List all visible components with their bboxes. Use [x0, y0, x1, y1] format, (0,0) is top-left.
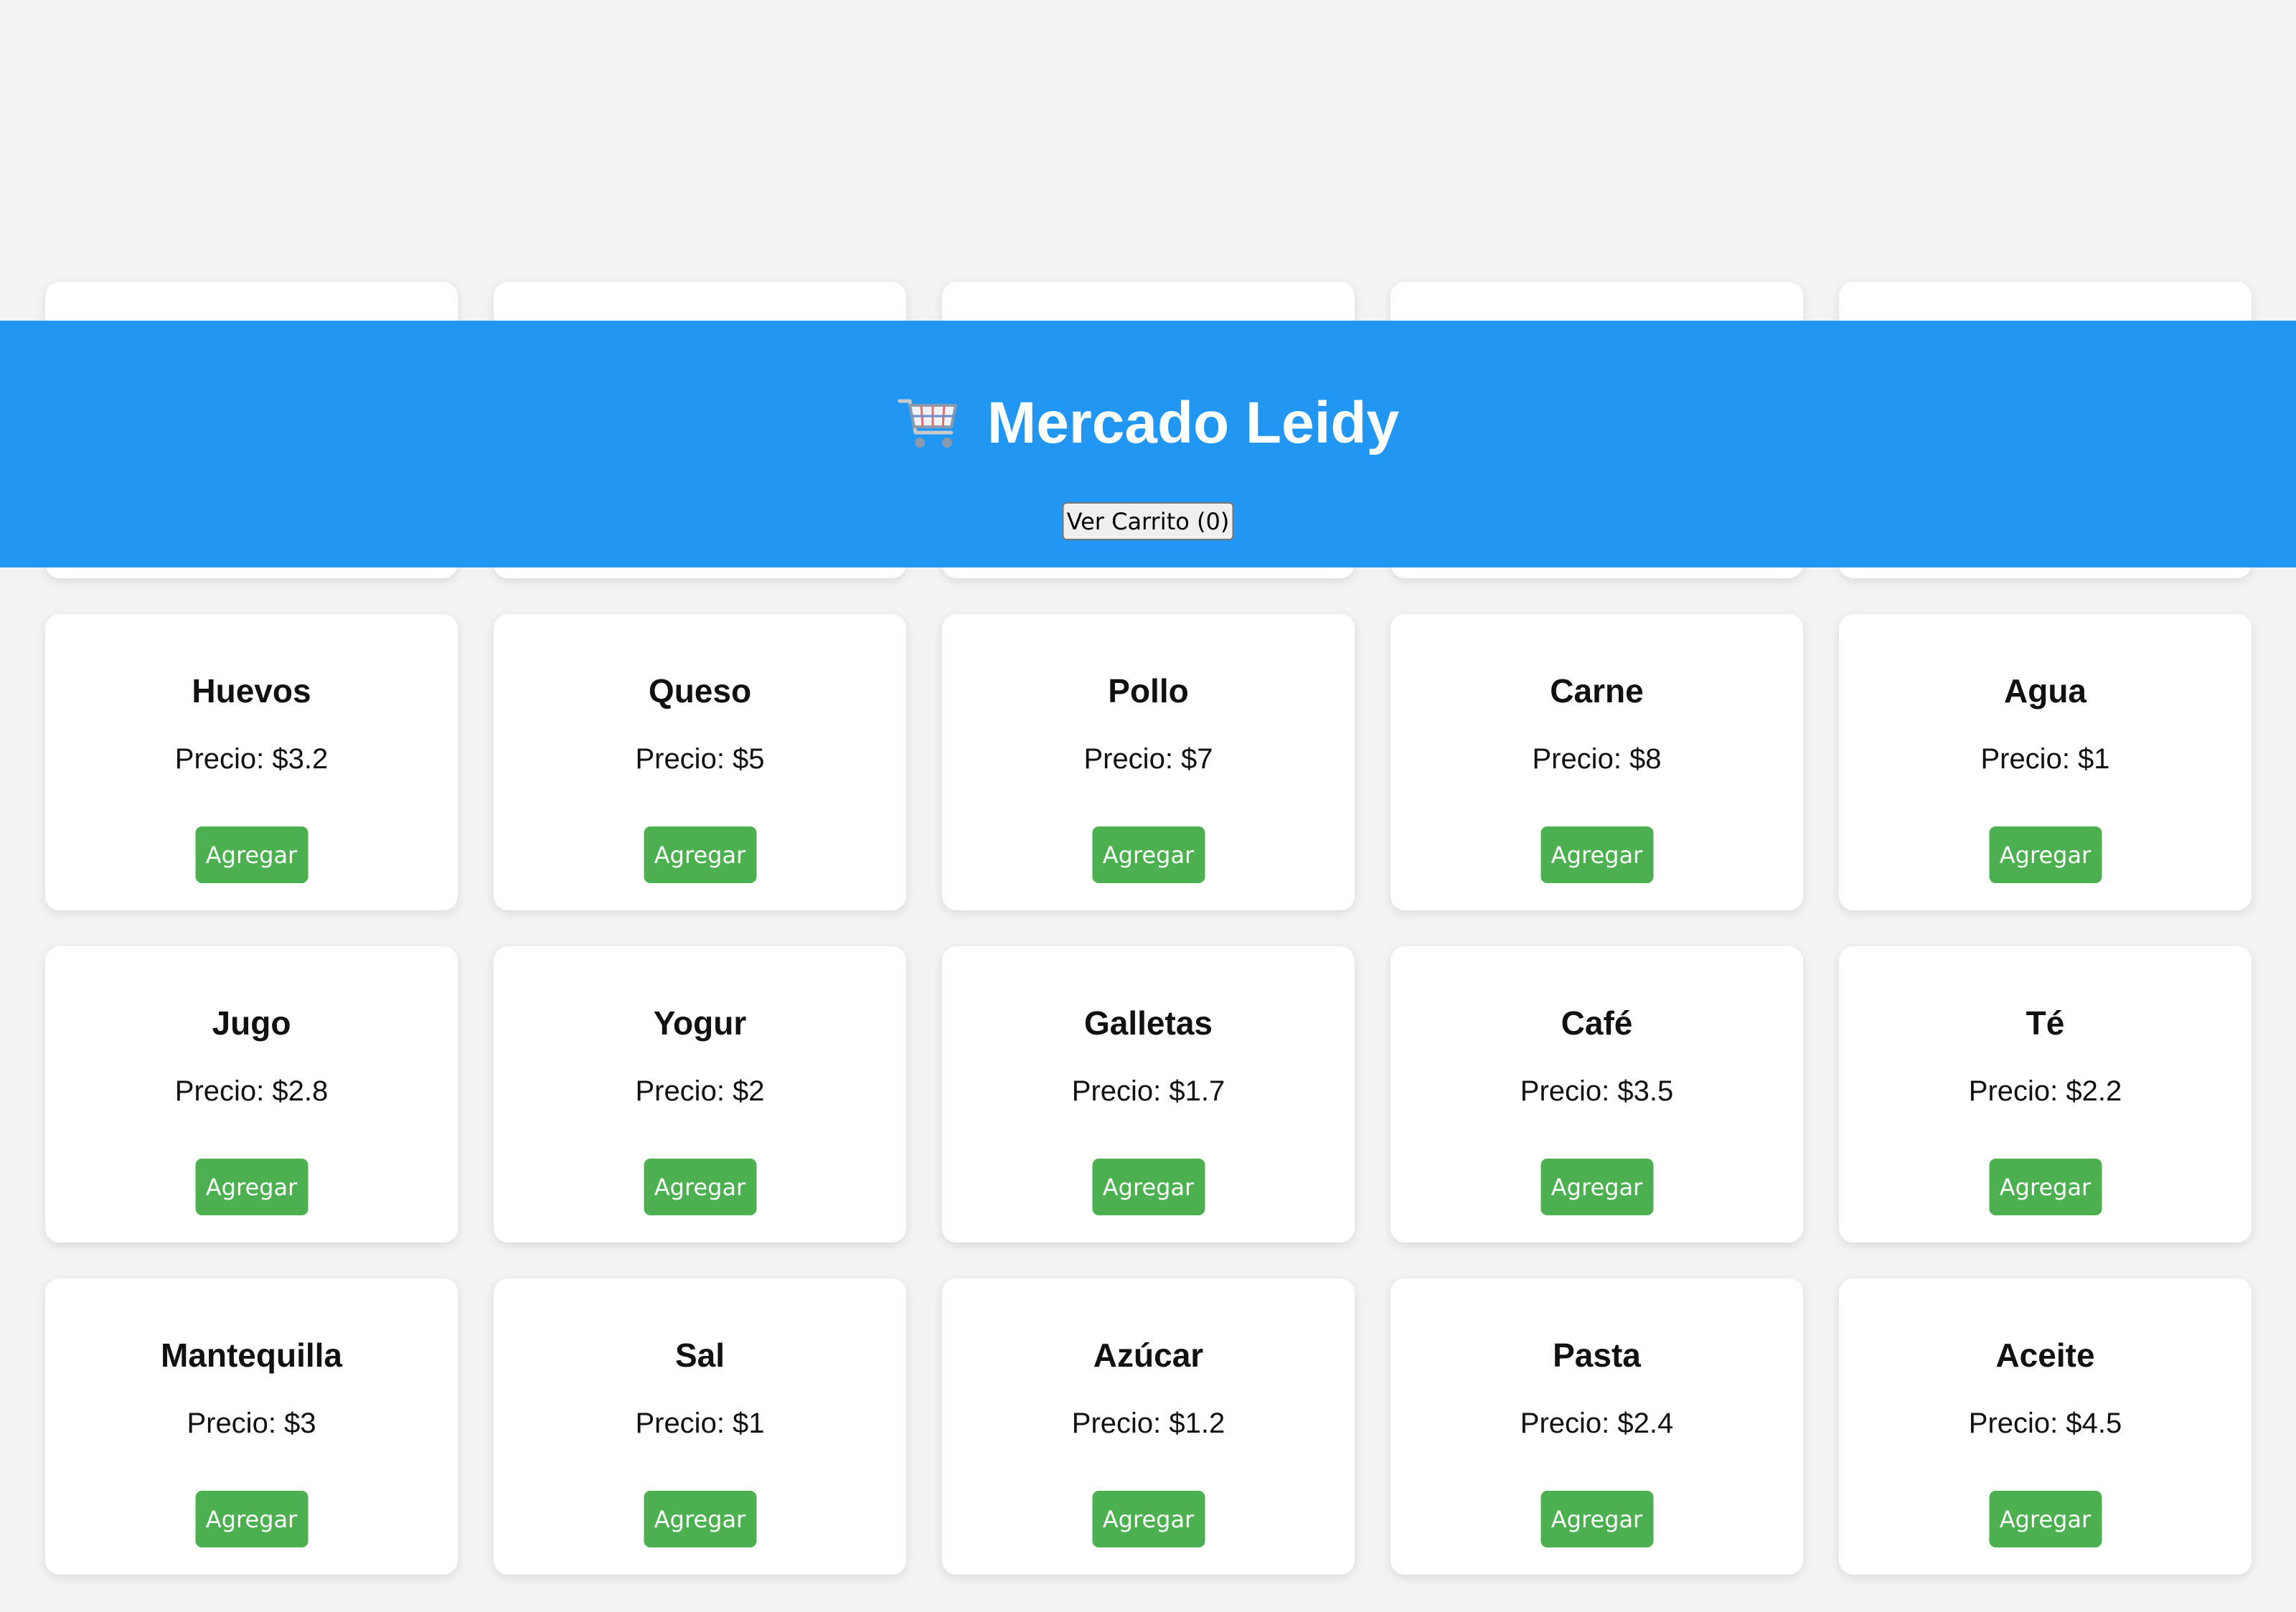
shopping-cart-icon — [897, 395, 960, 451]
product-price: Precio: $2.2 — [1968, 1075, 2122, 1107]
product-price: Precio: $2.8 — [174, 1075, 329, 1107]
product-card-agua: Agua Precio: $1 Agregar — [1839, 614, 2252, 910]
product-card-pasta: Pasta Precio: $2.4 Agregar — [1391, 1278, 1803, 1575]
add-to-cart-button[interactable]: Agregar — [644, 1159, 756, 1215]
product-price: Precio: $2 — [635, 1075, 765, 1107]
add-to-cart-button[interactable]: Agregar — [644, 826, 756, 883]
product-name: Mantequilla — [160, 1337, 343, 1374]
product-price: Precio: $3 — [187, 1408, 316, 1439]
product-card-yogur: Yogur Precio: $2 Agregar — [494, 946, 906, 1243]
add-to-cart-button[interactable]: Agregar — [644, 1491, 756, 1547]
product-price: Precio: $3.2 — [174, 743, 329, 775]
product-name: Agua — [2004, 672, 2086, 710]
product-name: Pollo — [1108, 672, 1189, 710]
product-price: Precio: $8 — [1532, 743, 1662, 775]
header-title-row: Mercado Leidy — [0, 394, 2296, 453]
product-card-te: Té Precio: $2.2 Agregar — [1839, 946, 2252, 1243]
product-price: Precio: $3.5 — [1520, 1075, 1674, 1107]
product-name: Sal — [674, 1337, 725, 1374]
product-name: Yogur — [653, 1004, 747, 1042]
product-price: Precio: $7 — [1083, 743, 1213, 775]
view-cart-button[interactable]: Ver Carrito (0) — [1062, 502, 1234, 540]
add-to-cart-button[interactable]: Agregar — [195, 1491, 308, 1547]
product-card-queso: Queso Precio: $5 Agregar — [494, 614, 906, 910]
product-price: Precio: $1.7 — [1071, 1075, 1225, 1107]
product-card-mantequilla: Mantequilla Precio: $3 Agregar — [45, 1278, 458, 1575]
page-title: Mercado Leidy — [987, 390, 1400, 456]
product-name: Galletas — [1084, 1004, 1213, 1042]
product-card-sal: Sal Precio: $1 Agregar — [494, 1278, 906, 1575]
site-header: Mercado Leidy Ver Carrito (0) — [0, 321, 2296, 567]
product-card-cafe: Café Precio: $3.5 Agregar — [1391, 946, 1803, 1243]
add-to-cart-button[interactable]: Agregar — [1540, 1491, 1653, 1547]
product-name: Aceite — [1995, 1337, 2095, 1374]
add-to-cart-button[interactable]: Agregar — [1989, 1159, 2102, 1215]
product-card-huevos: Huevos Precio: $3.2 Agregar — [45, 614, 458, 910]
product-price: Precio: $1.2 — [1071, 1408, 1225, 1439]
product-name: Café — [1561, 1004, 1633, 1042]
product-name: Azúcar — [1093, 1337, 1204, 1374]
product-card-azucar: Azúcar Precio: $1.2 Agregar — [942, 1278, 1355, 1575]
product-price: Precio: $1 — [1980, 743, 2110, 775]
product-price: Precio: $1 — [635, 1408, 765, 1439]
add-to-cart-button[interactable]: Agregar — [1540, 826, 1653, 883]
add-to-cart-button[interactable]: Agregar — [1540, 1159, 1653, 1215]
product-card-pollo: Pollo Precio: $7 Agregar — [942, 614, 1355, 910]
product-name: Pasta — [1553, 1337, 1641, 1374]
add-to-cart-button[interactable]: Agregar — [1092, 1159, 1205, 1215]
add-to-cart-button[interactable]: Agregar — [1989, 1491, 2102, 1547]
add-to-cart-button[interactable]: Agregar — [195, 1159, 308, 1215]
product-name: Carne — [1550, 672, 1644, 710]
product-name: Huevos — [192, 672, 311, 710]
add-to-cart-button[interactable]: Agregar — [1989, 826, 2102, 883]
product-card-jugo: Jugo Precio: $2.8 Agregar — [45, 946, 458, 1243]
product-name: Jugo — [212, 1004, 291, 1042]
product-price: Precio: $4.5 — [1968, 1408, 2122, 1439]
add-to-cart-button[interactable]: Agregar — [195, 826, 308, 883]
product-name: Queso — [648, 672, 752, 710]
product-name: Té — [2026, 1004, 2065, 1042]
product-price: Precio: $5 — [635, 743, 765, 775]
product-card-galletas: Galletas Precio: $1.7 Agregar — [942, 946, 1355, 1243]
add-to-cart-button[interactable]: Agregar — [1092, 826, 1205, 883]
product-price: Precio: $2.4 — [1520, 1408, 1674, 1439]
add-to-cart-button[interactable]: Agregar — [1092, 1491, 1205, 1547]
product-card-carne: Carne Precio: $8 Agregar — [1391, 614, 1803, 910]
product-card-aceite: Aceite Precio: $4.5 Agregar — [1839, 1278, 2252, 1575]
